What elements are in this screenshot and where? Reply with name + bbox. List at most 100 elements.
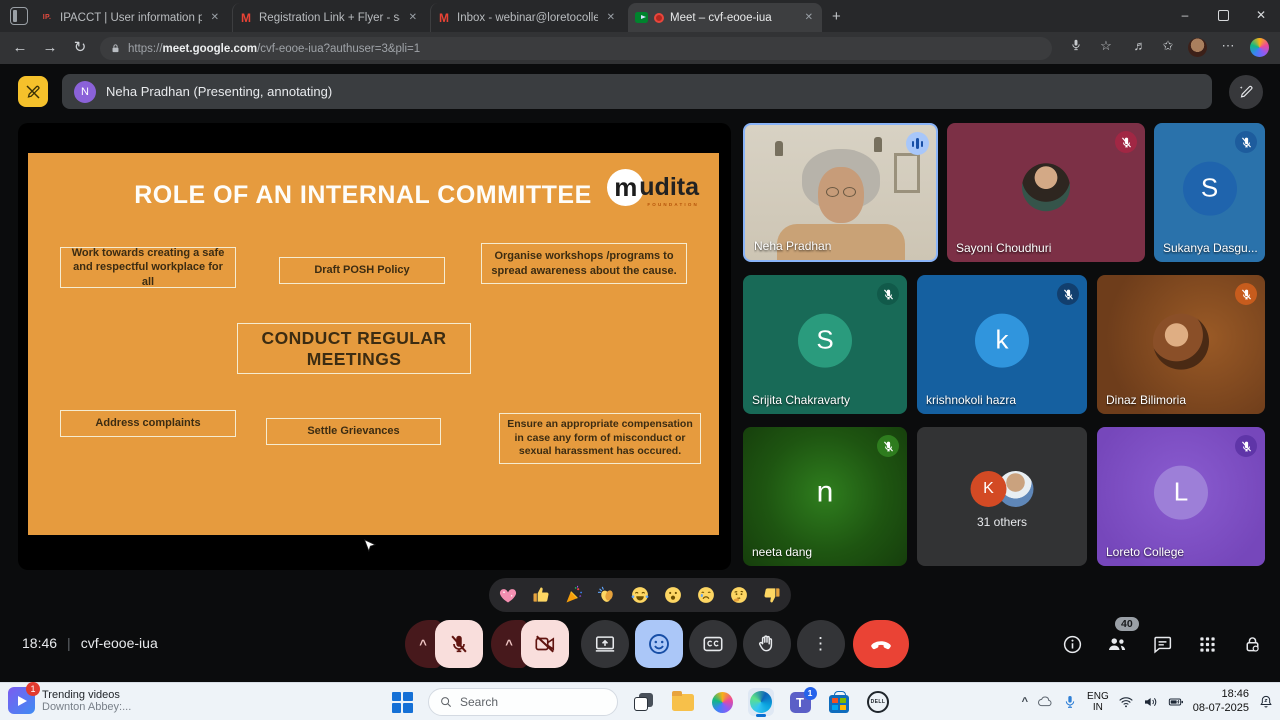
annotate-button[interactable] [1229,75,1263,109]
onedrive-cloud-icon[interactable] [1037,694,1053,710]
more-options-button[interactable]: ⋮ [797,620,845,668]
mouse-cursor [362,536,377,556]
meeting-code: cvf-eooe-iua [81,635,158,651]
mic-off-icon [1235,283,1257,305]
tray-clock[interactable]: 18:4608-07-2025 [1193,688,1249,716]
participant-name: Sayoni Choudhuri [956,241,1051,255]
notification-bell-icon[interactable] [1258,694,1274,710]
participant-tile-sukanya[interactable]: S Sukanya Dasgu... [1154,123,1265,262]
voice-search-icon[interactable] [1066,38,1086,55]
picture-frame [894,153,920,193]
overflow-avatars: K [971,471,1034,507]
windows-taskbar: 1 Trending videos Downton Abbey:... Sear… [0,682,1280,720]
reaction-crying-icon[interactable] [696,585,716,605]
tab-actions-icon[interactable] [10,7,28,25]
participant-name: krishnokoli hazra [926,393,1016,407]
mic-off-icon [1115,131,1137,153]
language-indicator[interactable]: ENGIN [1087,691,1109,714]
participant-tile-srijita[interactable]: S Srijita Chakravarty [743,275,907,414]
tab-close-icon[interactable]: ✕ [604,12,618,23]
dell-taskbar-icon[interactable]: DELL [865,687,891,717]
chat-panel-icon[interactable] [1150,632,1174,656]
speaking-indicator-icon [906,132,929,155]
slide-box-posh-policy: Draft POSH Policy [279,257,445,284]
call-controls: ^ ^ ⋮ [405,620,909,668]
refresh-icon[interactable]: ↻ [70,38,90,58]
meeting-details-icon[interactable] [1060,632,1084,656]
site-lock-icon [110,43,121,54]
participant-tile-krishnokoli[interactable]: k krishnokoli hazra [917,275,1087,414]
widgets-button[interactable]: 1 Trending videos Downton Abbey:... [8,687,131,714]
mic-muted-button[interactable] [435,620,483,668]
taskbar-search[interactable]: Search [428,688,618,716]
raise-hand-button[interactable] [743,620,791,668]
annotation-disabled-button[interactable] [18,76,48,107]
collections-icon[interactable]: ✩ [1158,38,1178,54]
participant-tile-neeta[interactable]: n neeta dang [743,427,907,566]
footer-divider: | [67,635,71,651]
browser-tab-inbox[interactable]: M Inbox - webinar@loretocollegebe ✕ [430,3,624,32]
tab-close-icon[interactable]: ✕ [406,12,420,23]
tab-close-icon[interactable]: ✕ [802,12,816,23]
participant-tile-overflow[interactable]: K 31 others [917,427,1087,566]
window-minimize-icon[interactable]: – [1166,0,1204,30]
present-screen-button[interactable] [581,620,629,668]
meeting-panels: 40 [1060,632,1264,656]
widget-subtitle: Downton Abbey:... [42,701,131,713]
slide-box-complaints: Address complaints [60,410,236,437]
task-view-button[interactable] [631,687,657,717]
copilot-taskbar-icon[interactable] [709,687,735,717]
reaction-surprised-icon[interactable] [663,585,683,605]
window-close-icon[interactable]: ✕ [1242,0,1280,30]
tray-mic-icon[interactable] [1062,694,1078,710]
back-icon[interactable]: ← [10,38,30,58]
reaction-thumbs-up-icon[interactable] [531,585,551,605]
battery-icon[interactable] [1168,694,1184,710]
start-button[interactable] [389,687,415,717]
end-call-button[interactable] [853,620,909,668]
teams-taskbar-icon[interactable]: T1 [787,687,813,717]
favorite-star-icon[interactable]: ☆ [1096,38,1116,54]
reaction-laughing-icon[interactable] [630,585,650,605]
store-taskbar-icon[interactable] [826,687,852,717]
browser-tab-meet-active[interactable]: Meet – cvf-eooe-iua ✕ [628,3,822,32]
participant-name: Loreto College [1106,545,1184,559]
browser-tab-ipacct[interactable]: IP. IPACCT | User information portal ✕ [34,3,228,32]
activities-icon[interactable] [1195,632,1219,656]
address-bar[interactable]: https://meet.google.com/cvf-eooe-iua?aut… [100,37,1052,60]
reaction-clap-icon[interactable] [597,585,617,605]
media-hub-icon[interactable]: ♬ [1130,38,1150,53]
people-panel-icon[interactable]: 40 [1105,632,1129,656]
camera-off-button[interactable] [521,620,569,668]
host-controls-icon[interactable] [1240,632,1264,656]
participant-tile-neha[interactable]: Neha Pradhan [743,123,938,262]
slide-title: ROLE OF AN INTERNAL COMMITTEE [118,181,608,210]
participant-name: Sukanya Dasgu... [1163,241,1258,255]
tab-close-icon[interactable]: ✕ [208,12,222,23]
wall-sconce [874,137,882,152]
participant-tile-dinaz[interactable]: Dinaz Bilimoria [1097,275,1265,414]
volume-icon[interactable] [1143,694,1159,710]
browser-tab-registration[interactable]: M Registration Link + Flyer - sanghi ✕ [232,3,426,32]
browser-menu-icon[interactable]: ⋯ [1218,38,1238,54]
tray-overflow-icon[interactable]: ^ [1022,696,1028,708]
reaction-thinking-icon[interactable] [729,585,749,605]
wifi-icon[interactable] [1118,694,1134,710]
edge-taskbar-icon[interactable] [748,687,774,717]
participant-tile-loreto[interactable]: L Loreto College [1097,427,1265,566]
reaction-sparkling-heart-icon[interactable] [498,585,518,605]
copilot-icon[interactable] [1250,38,1269,57]
participant-tile-sayoni[interactable]: Sayoni Choudhuri [947,123,1145,262]
reaction-thumbs-down-icon[interactable] [762,585,782,605]
reaction-party-popper-icon[interactable] [564,585,584,605]
tab-title: Meet – cvf-eooe-iua [670,12,796,24]
reactions-button[interactable] [635,620,683,668]
window-maximize-icon[interactable] [1204,0,1242,30]
new-tab-icon[interactable]: + [832,8,841,25]
captions-button[interactable] [689,620,737,668]
forward-icon[interactable]: → [40,38,60,58]
file-explorer-button[interactable] [670,687,696,717]
browser-profile-avatar[interactable] [1188,38,1207,57]
overflow-initial-avatar: K [971,471,1007,507]
participant-initial: n [798,465,852,519]
